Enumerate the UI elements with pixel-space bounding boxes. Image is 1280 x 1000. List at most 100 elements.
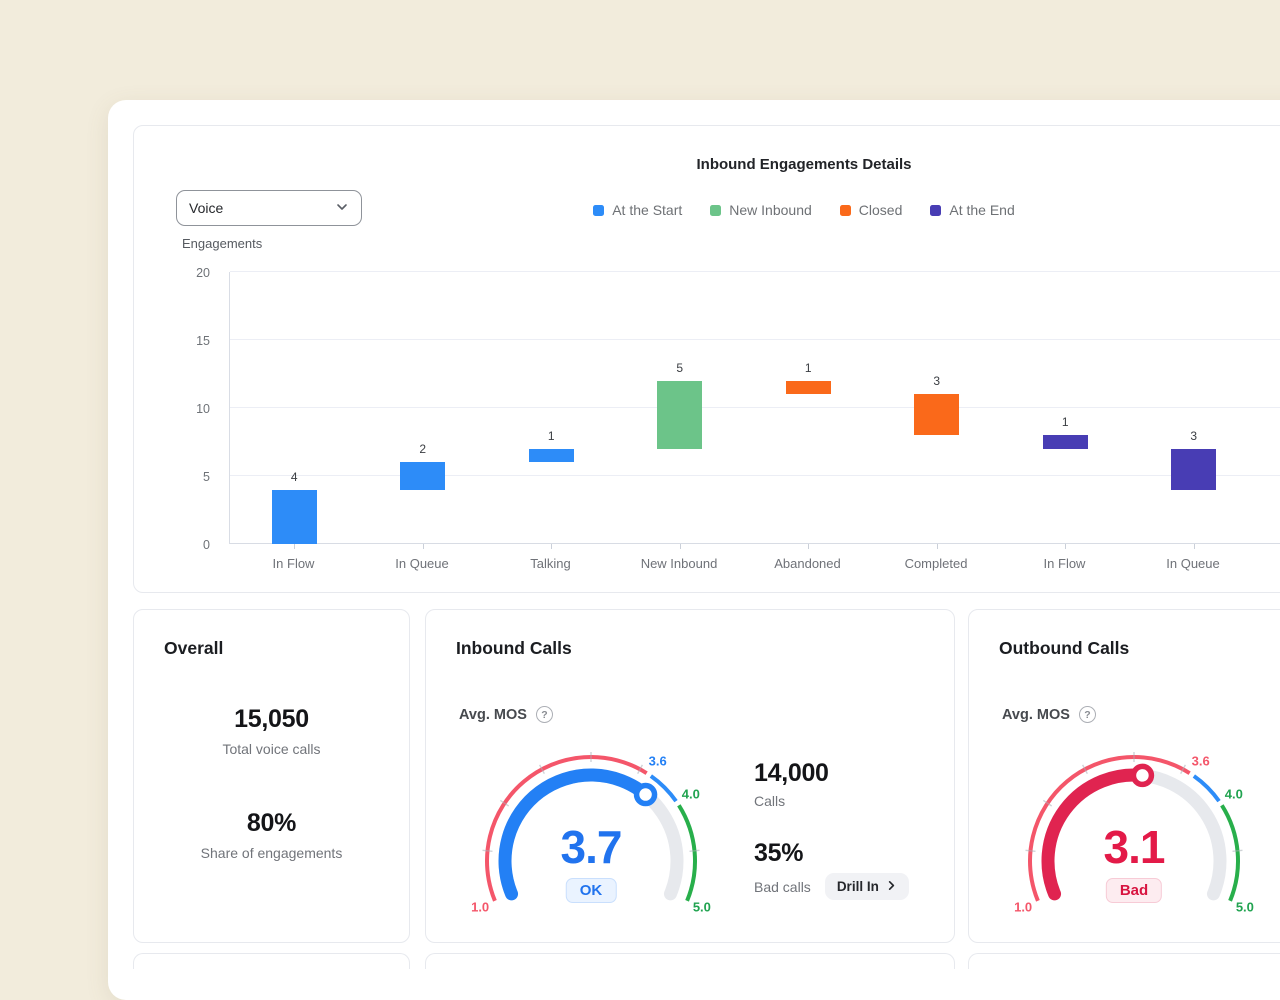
gauge-scale-label: 4.0 bbox=[1225, 787, 1243, 802]
inbound-engagements-card: Inbound Engagements Details Voice At the… bbox=[133, 125, 1280, 593]
gridline bbox=[230, 271, 1280, 272]
overall-stats: 15,050 Total voice calls 80% Share of en… bbox=[134, 705, 409, 861]
share-of-engagements-value: 80% bbox=[134, 809, 409, 838]
legend-swatch bbox=[593, 205, 604, 216]
bar-6-in-flow[interactable] bbox=[1043, 435, 1088, 449]
avg-mos-label: Avg. MOS bbox=[459, 707, 527, 723]
drill-in-button[interactable]: Drill In bbox=[825, 873, 909, 900]
gauge-status-badge: OK bbox=[566, 878, 617, 903]
gauge-knob bbox=[1133, 766, 1151, 784]
next-row-card-sliver bbox=[968, 953, 1280, 969]
legend-swatch bbox=[840, 205, 851, 216]
drill-in-label: Drill In bbox=[837, 879, 879, 894]
gauge-scale-label: 1.0 bbox=[1014, 899, 1032, 914]
x-tick-label: Talking bbox=[486, 556, 615, 571]
card-title: Outbound Calls bbox=[999, 638, 1129, 659]
total-voice-calls-label: Total voice calls bbox=[134, 741, 409, 757]
x-tickmark bbox=[551, 544, 552, 549]
legend-swatch bbox=[710, 205, 721, 216]
x-tickmark bbox=[423, 544, 424, 549]
bar-value-label: 3 bbox=[1174, 429, 1214, 443]
x-tick-label: In Flow bbox=[1000, 556, 1129, 571]
x-tickmark bbox=[680, 544, 681, 549]
bar-value-label: 4 bbox=[274, 470, 314, 484]
gauge-knob bbox=[637, 786, 655, 804]
legend-item-closed[interactable]: Closed bbox=[840, 202, 903, 218]
x-tick-label: In Queue bbox=[358, 556, 487, 571]
gauge-scale-label: 3.6 bbox=[1192, 754, 1210, 769]
x-tickmark bbox=[294, 544, 295, 549]
next-row-card-sliver bbox=[133, 953, 410, 969]
gridline bbox=[230, 543, 1280, 544]
legend-item-at-the-end[interactable]: At the End bbox=[930, 202, 1014, 218]
bar-chart-plot: 42151313 bbox=[229, 272, 1280, 544]
y-tick-labels: 05101520 bbox=[170, 272, 220, 544]
bar-4-abandoned[interactable] bbox=[786, 381, 831, 395]
x-tick-label: Completed bbox=[872, 556, 1001, 571]
x-tickmark bbox=[937, 544, 938, 549]
legend-label: Closed bbox=[859, 202, 903, 218]
bar-1-in-queue[interactable] bbox=[400, 462, 445, 489]
overall-card: Overall 15,050 Total voice calls 80% Sha… bbox=[133, 609, 410, 943]
bar-value-label: 1 bbox=[1045, 415, 1085, 429]
bar-value-label: 3 bbox=[917, 374, 957, 388]
bar-value-label: 1 bbox=[788, 361, 828, 375]
bar-0-in-flow[interactable] bbox=[272, 490, 317, 544]
x-tickmark bbox=[1194, 544, 1195, 549]
legend-swatch bbox=[930, 205, 941, 216]
y-tick-label: 5 bbox=[203, 470, 210, 484]
x-axis-labels: In FlowIn QueueTalkingNew InboundAbandon… bbox=[229, 556, 1280, 576]
gauge-scale-label: 5.0 bbox=[693, 899, 711, 914]
bar-5-completed[interactable] bbox=[914, 394, 959, 435]
legend-label: At the End bbox=[949, 202, 1014, 218]
gridline bbox=[230, 475, 1280, 476]
bar-value-label: 5 bbox=[660, 361, 700, 375]
legend-item-at-the-start[interactable]: At the Start bbox=[593, 202, 682, 218]
avg-mos-heading: Avg. MOS ? bbox=[459, 706, 553, 723]
calls-label: Calls bbox=[754, 793, 954, 809]
next-row-card-sliver bbox=[425, 953, 955, 969]
bar-3-new-inbound[interactable] bbox=[657, 381, 702, 449]
chart-title: Inbound Engagements Details bbox=[134, 156, 1280, 173]
inbound-side-stats: 14,000 Calls 35% Bad calls Drill In bbox=[754, 759, 954, 900]
y-tick-label: 15 bbox=[196, 334, 210, 348]
bar-2-talking[interactable] bbox=[529, 449, 574, 463]
avg-mos-label: Avg. MOS bbox=[1002, 707, 1070, 723]
x-tickmark bbox=[1065, 544, 1066, 549]
gauge-value: 3.1 bbox=[1104, 820, 1165, 874]
x-tick-label: New Inbound bbox=[615, 556, 744, 571]
gauge-scale-label: 3.6 bbox=[649, 754, 667, 769]
bad-calls-label: Bad calls bbox=[754, 879, 811, 895]
avg-mos-heading: Avg. MOS ? bbox=[1002, 706, 1096, 723]
x-tick-label: Abandoned bbox=[743, 556, 872, 571]
gauge-status-badge: Bad bbox=[1106, 878, 1162, 903]
app-window: Inbound Engagements Details Voice At the… bbox=[108, 100, 1280, 1000]
outbound-mos-gauge: 3.1 Bad 1.0 3.6 4.0 5.0 bbox=[984, 736, 1280, 936]
inbound-mos-gauge: 3.7 OK 1.0 3.6 4.0 5.0 bbox=[441, 736, 741, 936]
y-tick-label: 0 bbox=[203, 538, 210, 552]
gridline bbox=[230, 407, 1280, 408]
outbound-calls-card: Outbound Calls Avg. MOS ? 3.1 Bad 1.0 3.6… bbox=[968, 609, 1280, 943]
help-icon[interactable]: ? bbox=[536, 706, 553, 723]
x-tick-label: In Flow bbox=[229, 556, 358, 571]
help-icon[interactable]: ? bbox=[1079, 706, 1096, 723]
x-tickmark bbox=[808, 544, 809, 549]
gauge-scale-label: 1.0 bbox=[471, 899, 489, 914]
gauge-scale-label: 4.0 bbox=[682, 787, 700, 802]
inbound-calls-card: Inbound Calls Avg. MOS ? 3.7 OK 1.0 3.6 4.… bbox=[425, 609, 955, 943]
y-tick-label: 20 bbox=[196, 266, 210, 280]
gauge-scale-label: 5.0 bbox=[1236, 899, 1254, 914]
share-of-engagements-label: Share of engagements bbox=[134, 845, 409, 861]
legend-item-new-inbound[interactable]: New Inbound bbox=[710, 202, 812, 218]
y-axis-title: Engagements bbox=[182, 236, 262, 251]
gauge-value: 3.7 bbox=[561, 820, 622, 874]
card-title: Overall bbox=[164, 638, 223, 659]
chevron-right-icon bbox=[886, 879, 897, 894]
legend-label: New Inbound bbox=[729, 202, 812, 218]
bar-7-in-queue[interactable] bbox=[1171, 449, 1216, 490]
y-tick-label: 10 bbox=[196, 402, 210, 416]
card-title: Inbound Calls bbox=[456, 638, 572, 659]
gridline bbox=[230, 339, 1280, 340]
bad-calls-row: Bad calls Drill In bbox=[754, 873, 954, 900]
calls-value: 14,000 bbox=[754, 759, 954, 788]
